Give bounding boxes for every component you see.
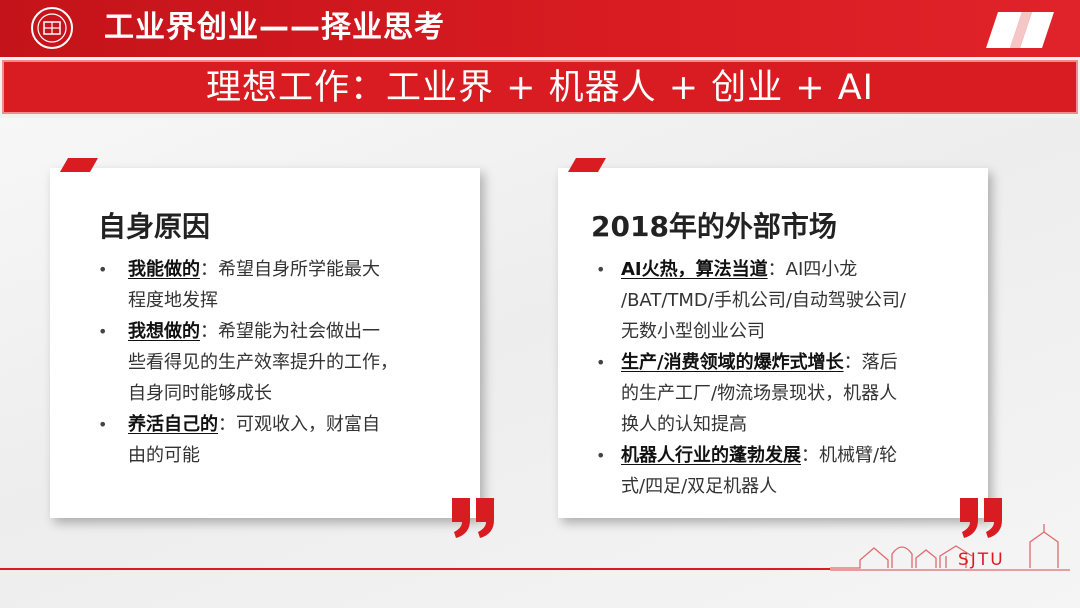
card-title: 2018年的外部市场	[591, 210, 837, 243]
bullet-dot-icon: •	[98, 322, 108, 341]
bullet-text: ：希望能为社会做出一	[200, 321, 380, 342]
brand-text: SJTU	[958, 550, 1005, 570]
stripes-decoration-icon	[986, 12, 1054, 48]
closing-quote-icon	[452, 498, 494, 538]
bullet-line: 我能做的：希望自身所学能最大	[128, 254, 466, 285]
card-title: 自身原因	[98, 210, 211, 243]
bullet-list: • AI火热，算法当道：AI四小龙 /BAT/TMD/手机公司/自动驾驶公司/ …	[582, 254, 974, 502]
bullet-dot-icon: •	[596, 260, 606, 279]
bullet-item: • 我能做的：希望自身所学能最大 程度地发挥	[78, 254, 466, 316]
bullet-line: 些看得见的生产效率提升的工作，	[128, 352, 398, 373]
bullet-dot-icon: •	[596, 446, 606, 465]
bullet-keyword: 我想做的	[128, 321, 200, 342]
header-bar: 工业界创业——择业思考	[0, 0, 1080, 57]
bullet-keyword: 生产/消费领域的爆炸式增长	[621, 352, 844, 373]
bullet-keyword: 我能做的	[128, 259, 200, 280]
bullet-keyword: AI火热，算法当道	[621, 259, 768, 280]
bullet-line: 无数小型创业公司	[621, 321, 765, 342]
bullet-line: AI火热，算法当道：AI四小龙	[621, 254, 974, 285]
slide-title: 工业界创业——择业思考	[104, 10, 445, 45]
bullet-line: /BAT/TMD/手机公司/自动驾驶公司/	[621, 290, 906, 311]
bullet-text: ：落后	[843, 352, 898, 373]
card-tag-icon	[60, 158, 98, 172]
bullet-text: ：可观收入，财富自	[218, 414, 380, 435]
bullet-line: 生产/消费领域的爆炸式增长：落后	[621, 347, 974, 378]
bullet-item: • 养活自己的：可观收入，财富自 由的可能	[78, 409, 466, 471]
university-seal-icon	[31, 7, 73, 49]
campus-skyline-icon	[830, 524, 1070, 571]
bullet-dot-icon: •	[98, 415, 108, 434]
bullet-item: • AI火热，算法当道：AI四小龙 /BAT/TMD/手机公司/自动驾驶公司/ …	[582, 254, 974, 347]
bullet-item: • 生产/消费领域的爆炸式增长：落后 的生产工厂/物流场景现状，机器人 换人的认…	[582, 347, 974, 440]
card-external-market: 2018年的外部市场 • AI火热，算法当道：AI四小龙 /BAT/TMD/手机…	[558, 158, 988, 518]
bullet-dot-icon: •	[98, 260, 108, 279]
card-tag-icon	[568, 158, 606, 172]
bullet-line: 机器人行业的蓬勃发展：机械臂/轮	[621, 440, 974, 471]
bullet-item: • 我想做的：希望能为社会做出一 些看得见的生产效率提升的工作， 自身同时能够成…	[78, 316, 466, 409]
card-self-reasons: 自身原因 • 我能做的：希望自身所学能最大 程度地发挥 • 我想做的：希望能为社…	[50, 158, 480, 518]
bullet-keyword: 机器人行业的蓬勃发展	[621, 445, 801, 466]
subtitle-banner: 理想工作：工业界 + 机器人 + 创业 + AI	[2, 60, 1078, 114]
bullet-line: 我想做的：希望能为社会做出一	[128, 316, 466, 347]
bullet-line: 自身同时能够成长	[128, 383, 272, 404]
bullet-line: 程度地发挥	[128, 290, 218, 311]
bullet-text: ：AI四小龙	[767, 259, 858, 280]
bullet-line: 养活自己的：可观收入，财富自	[128, 409, 466, 440]
footer-rule	[0, 568, 830, 570]
bullet-text: ：希望自身所学能最大	[200, 259, 380, 280]
bullet-line: 换人的认知提高	[621, 414, 747, 435]
bullet-keyword: 养活自己的	[128, 414, 218, 435]
bullet-line: 式/四足/双足机器人	[621, 476, 778, 497]
banner-text: 理想工作：工业界 + 机器人 + 创业 + AI	[206, 68, 874, 108]
bullet-line: 由的可能	[128, 445, 200, 466]
bullet-text: ：机械臂/轮	[801, 445, 898, 466]
bullet-list: • 我能做的：希望自身所学能最大 程度地发挥 • 我想做的：希望能为社会做出一 …	[78, 254, 466, 471]
bullet-line: 的生产工厂/物流场景现状，机器人	[621, 383, 898, 404]
bullet-item: • 机器人行业的蓬勃发展：机械臂/轮 式/四足/双足机器人	[582, 440, 974, 502]
bullet-dot-icon: •	[596, 353, 606, 372]
